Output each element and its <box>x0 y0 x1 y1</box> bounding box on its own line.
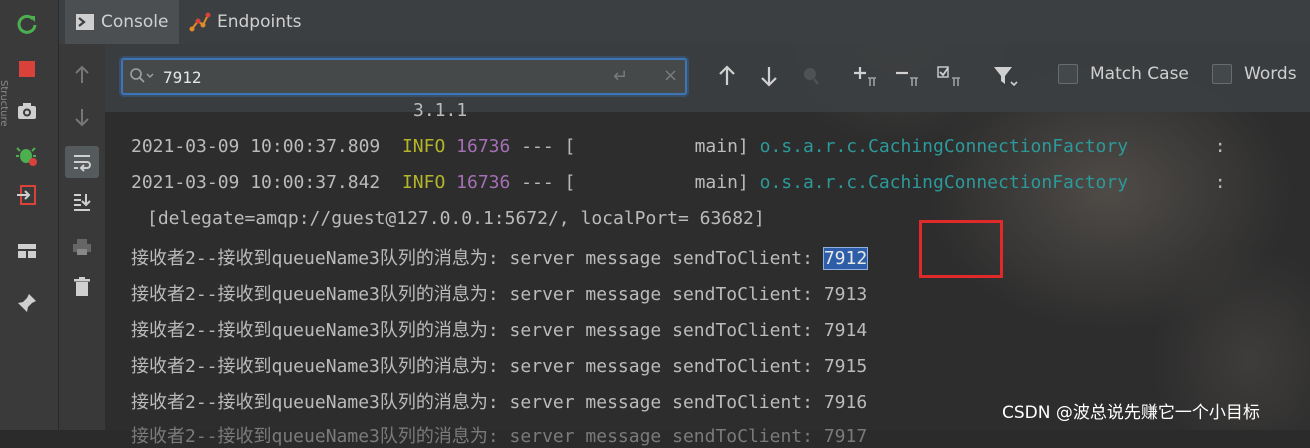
message-line-partial: 接收者2--接收到queueName3队列的消息为: server messag… <box>131 426 868 447</box>
words-label: Words <box>1244 64 1297 84</box>
print-icon[interactable] <box>69 234 95 260</box>
tab-console-label: Console <box>101 12 169 32</box>
side-tool-label[interactable]: Structure <box>0 80 10 380</box>
arrow-up-icon[interactable] <box>69 62 95 88</box>
console-icon <box>76 14 94 30</box>
endpoints-icon <box>189 12 211 32</box>
enter-icon[interactable]: ↵ <box>613 66 628 87</box>
search-input[interactable] <box>161 64 565 90</box>
tab-endpoints-label: Endpoints <box>217 12 302 32</box>
tool-window-tabbar: Console Endpoints <box>59 0 1310 45</box>
tab-endpoints[interactable]: Endpoints <box>183 0 308 44</box>
prev-occurrence-icon[interactable] <box>715 62 739 90</box>
message-line: 接收者2--接收到queueName3队列的消息为: server messag… <box>131 247 869 270</box>
filter-icon[interactable] <box>991 62 1019 90</box>
search-field[interactable]: ↵ × <box>121 58 687 95</box>
left-tool-rail: Structure <box>0 0 59 430</box>
search-match-highlight: 7912 <box>822 247 869 270</box>
search-icon[interactable] <box>129 67 159 85</box>
rerun-icon[interactable] <box>14 12 40 38</box>
log-line: 2021-03-09 10:00:37.809 INFO 16736 --- [… <box>131 136 1226 157</box>
find-all-icon[interactable] <box>799 62 823 90</box>
delegate-line: [delegate=amqp://guest@127.0.0.1:5672/, … <box>147 208 765 229</box>
console-actions-rail <box>59 44 105 430</box>
words-option[interactable]: Words <box>1212 64 1297 84</box>
console-line-partial-top: 3.1.1 <box>413 100 468 121</box>
arrow-down-icon[interactable] <box>69 104 95 130</box>
console-output[interactable]: 3.1.1 2021-03-09 10:00:37.809 INFO 16736… <box>105 96 1310 447</box>
exit-icon[interactable] <box>14 182 40 208</box>
message-line: 接收者2--接收到queueName3队列的消息为: server messag… <box>131 392 868 413</box>
match-case-option[interactable]: Match Case <box>1058 64 1189 84</box>
match-case-label: Match Case <box>1090 64 1189 84</box>
select-all-icon[interactable] <box>935 62 965 90</box>
match-case-checkbox[interactable] <box>1058 64 1078 84</box>
pin-icon[interactable] <box>14 290 40 316</box>
stop-icon[interactable] <box>14 56 40 82</box>
watermark: CSDN @波总说先赚它一个小目标 <box>1002 403 1260 423</box>
message-line: 接收者2--接收到queueName3队列的消息为: server messag… <box>131 284 868 305</box>
trash-icon[interactable] <box>69 274 95 300</box>
debug-icon[interactable] <box>14 142 40 168</box>
add-selection-icon[interactable] <box>851 62 881 90</box>
message-line: 接收者2--接收到queueName3队列的消息为: server messag… <box>131 356 868 377</box>
clear-search-icon[interactable]: × <box>663 65 678 86</box>
tab-console[interactable]: Console <box>65 0 179 44</box>
remove-selection-icon[interactable] <box>893 62 923 90</box>
highlight-annotation-box <box>919 220 1003 278</box>
soft-wrap-icon[interactable] <box>65 146 99 178</box>
message-line: 接收者2--接收到queueName3队列的消息为: server messag… <box>131 320 868 341</box>
layout-icon[interactable] <box>14 238 40 264</box>
next-occurrence-icon[interactable] <box>757 62 781 90</box>
camera-icon[interactable] <box>14 98 40 124</box>
scroll-to-end-icon[interactable] <box>69 188 95 214</box>
log-line: 2021-03-09 10:00:37.842 INFO 16736 --- [… <box>131 172 1226 193</box>
words-checkbox[interactable] <box>1212 64 1232 84</box>
